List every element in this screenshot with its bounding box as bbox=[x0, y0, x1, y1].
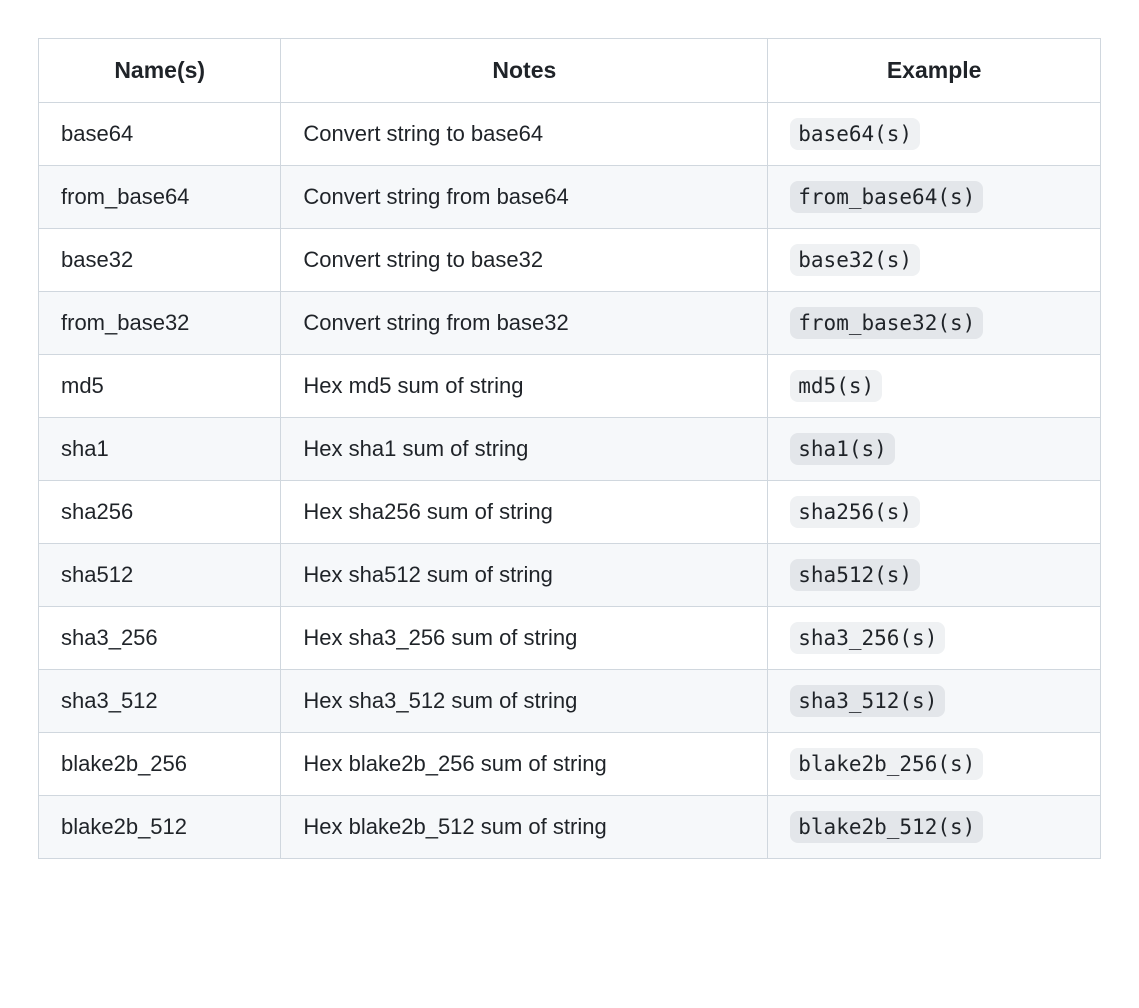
cell-name: sha256 bbox=[39, 481, 281, 544]
code-example: sha3_512(s) bbox=[790, 685, 945, 717]
cell-notes: Convert string from base64 bbox=[281, 166, 768, 229]
cell-example: base32(s) bbox=[768, 229, 1101, 292]
cell-name: sha512 bbox=[39, 544, 281, 607]
cell-name: from_base32 bbox=[39, 292, 281, 355]
code-example: sha256(s) bbox=[790, 496, 920, 528]
cell-notes: Hex sha3_512 sum of string bbox=[281, 670, 768, 733]
table-row: blake2b_256 Hex blake2b_256 sum of strin… bbox=[39, 733, 1101, 796]
cell-example: sha3_512(s) bbox=[768, 670, 1101, 733]
cell-notes: Hex blake2b_512 sum of string bbox=[281, 796, 768, 859]
table-row: sha3_512 Hex sha3_512 sum of string sha3… bbox=[39, 670, 1101, 733]
cell-notes: Hex sha256 sum of string bbox=[281, 481, 768, 544]
cell-name: sha3_256 bbox=[39, 607, 281, 670]
cell-notes: Hex sha512 sum of string bbox=[281, 544, 768, 607]
table-row: sha512 Hex sha512 sum of string sha512(s… bbox=[39, 544, 1101, 607]
cell-example: blake2b_256(s) bbox=[768, 733, 1101, 796]
cell-name: blake2b_512 bbox=[39, 796, 281, 859]
cell-notes: Hex md5 sum of string bbox=[281, 355, 768, 418]
cell-example: base64(s) bbox=[768, 103, 1101, 166]
code-example: sha512(s) bbox=[790, 559, 920, 591]
cell-example: from_base32(s) bbox=[768, 292, 1101, 355]
cell-example: from_base64(s) bbox=[768, 166, 1101, 229]
code-example: base64(s) bbox=[790, 118, 920, 150]
header-notes: Notes bbox=[281, 39, 768, 103]
functions-table: Name(s) Notes Example base64 Convert str… bbox=[38, 38, 1101, 859]
cell-name: sha3_512 bbox=[39, 670, 281, 733]
header-names: Name(s) bbox=[39, 39, 281, 103]
table-row: md5 Hex md5 sum of string md5(s) bbox=[39, 355, 1101, 418]
cell-notes: Hex sha3_256 sum of string bbox=[281, 607, 768, 670]
code-example: blake2b_512(s) bbox=[790, 811, 983, 843]
cell-example: sha3_256(s) bbox=[768, 607, 1101, 670]
cell-notes: Hex blake2b_256 sum of string bbox=[281, 733, 768, 796]
cell-name: base32 bbox=[39, 229, 281, 292]
cell-notes: Convert string from base32 bbox=[281, 292, 768, 355]
code-example: blake2b_256(s) bbox=[790, 748, 983, 780]
table-row: base64 Convert string to base64 base64(s… bbox=[39, 103, 1101, 166]
cell-notes: Convert string to base64 bbox=[281, 103, 768, 166]
table-row: sha256 Hex sha256 sum of string sha256(s… bbox=[39, 481, 1101, 544]
code-example: base32(s) bbox=[790, 244, 920, 276]
code-example: sha3_256(s) bbox=[790, 622, 945, 654]
cell-name: blake2b_256 bbox=[39, 733, 281, 796]
table-row: from_base32 Convert string from base32 f… bbox=[39, 292, 1101, 355]
code-example: from_base32(s) bbox=[790, 307, 983, 339]
header-example: Example bbox=[768, 39, 1101, 103]
cell-notes: Hex sha1 sum of string bbox=[281, 418, 768, 481]
cell-name: sha1 bbox=[39, 418, 281, 481]
code-example: sha1(s) bbox=[790, 433, 895, 465]
code-example: from_base64(s) bbox=[790, 181, 983, 213]
table-row: base32 Convert string to base32 base32(s… bbox=[39, 229, 1101, 292]
cell-notes: Convert string to base32 bbox=[281, 229, 768, 292]
table-header-row: Name(s) Notes Example bbox=[39, 39, 1101, 103]
table-row: blake2b_512 Hex blake2b_512 sum of strin… bbox=[39, 796, 1101, 859]
cell-example: sha256(s) bbox=[768, 481, 1101, 544]
code-example: md5(s) bbox=[790, 370, 882, 402]
cell-name: from_base64 bbox=[39, 166, 281, 229]
cell-example: blake2b_512(s) bbox=[768, 796, 1101, 859]
cell-name: base64 bbox=[39, 103, 281, 166]
cell-example: md5(s) bbox=[768, 355, 1101, 418]
table-row: sha3_256 Hex sha3_256 sum of string sha3… bbox=[39, 607, 1101, 670]
cell-example: sha1(s) bbox=[768, 418, 1101, 481]
table-row: sha1 Hex sha1 sum of string sha1(s) bbox=[39, 418, 1101, 481]
table-row: from_base64 Convert string from base64 f… bbox=[39, 166, 1101, 229]
cell-example: sha512(s) bbox=[768, 544, 1101, 607]
cell-name: md5 bbox=[39, 355, 281, 418]
